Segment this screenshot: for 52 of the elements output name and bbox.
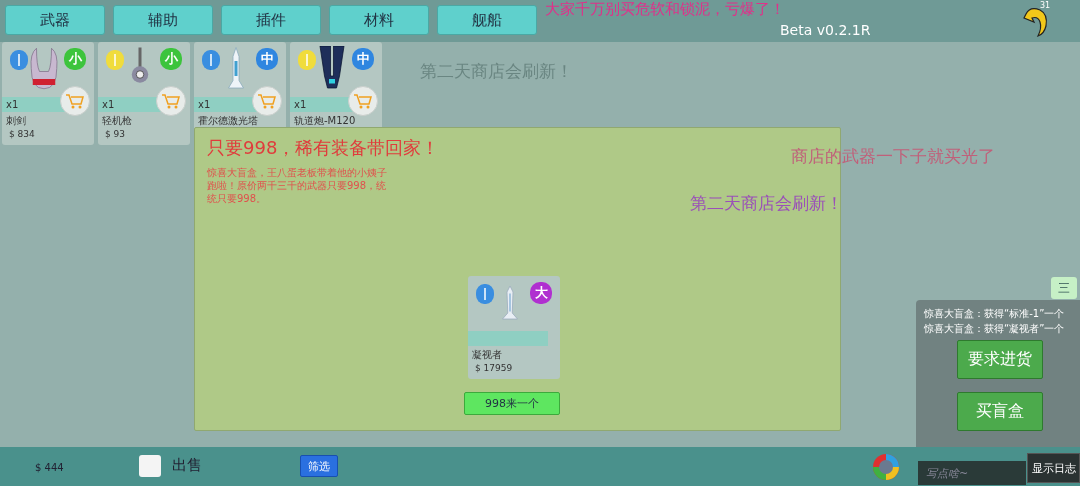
chat-input[interactable]: 写点啥~ <box>918 461 1026 485</box>
item-name: 轻机枪 <box>101 114 133 128</box>
item-name: 霍尔德激光塔 <box>197 114 259 128</box>
quantity-label: x1 <box>194 97 258 112</box>
log-line: 惊喜大盲盒：获得“标准-1”一个 <box>923 307 1066 321</box>
weapon-drawing <box>317 46 347 91</box>
item-name: 凝视者 <box>471 348 503 362</box>
tab[interactable]: 辅助 <box>113 5 213 35</box>
scrolling-comment: 第二天商店会刷新！ <box>690 192 843 215</box>
filter-button[interactable]: 筛选 <box>300 455 338 477</box>
buy-button[interactable]: 998来一个 <box>464 392 560 415</box>
log-line: 惊喜大盲盒：获得“凝视者”一个 <box>923 322 1066 336</box>
cart-icon <box>257 92 277 110</box>
promo-description: 惊喜大盲盒，王八蛋老板带着他的小姨子跑啦！原价两千三千的武器只要998，统统只要998。 <box>207 166 388 205</box>
cart-button[interactable] <box>156 86 186 116</box>
cart-button[interactable] <box>348 86 378 116</box>
item-name: 轨道炮-M120 <box>293 114 357 128</box>
scrolling-comment: 商店的武器一下子就买光了 <box>791 145 995 168</box>
sell-label: 出售 <box>172 456 202 475</box>
item-card[interactable]: 大 凝视者 $ 17959 <box>468 276 560 379</box>
item-name: 刺剑 <box>5 114 27 128</box>
cart-icon <box>65 92 85 110</box>
size-badge: 小 <box>64 48 86 70</box>
tab[interactable]: 武器 <box>5 5 105 35</box>
avatar-icon[interactable] <box>872 453 900 481</box>
tab[interactable]: 插件 <box>221 5 321 35</box>
item-card[interactable]: 小 x1 轻机枪 $ 93 <box>98 42 190 145</box>
cart-icon <box>161 92 181 110</box>
item-price: $ 834 <box>8 128 36 140</box>
cart-icon <box>353 92 373 110</box>
tab[interactable]: 材料 <box>329 5 429 35</box>
quantity-label: x1 <box>2 97 66 112</box>
version-label: Beta v0.2.1R <box>780 22 871 38</box>
show-log-button[interactable]: 显示日志 <box>1027 453 1080 483</box>
cart-button[interactable] <box>60 86 90 116</box>
notification-count: 31 <box>1040 1 1051 10</box>
quantity-label: x1 <box>290 97 354 112</box>
money-label: $ 444 <box>35 462 64 473</box>
scrolling-comment: 大家千万别买危软和锁泥，亏爆了！ <box>545 0 785 19</box>
menu-button[interactable]: 三 <box>1051 277 1077 299</box>
cart-button[interactable] <box>252 86 282 116</box>
item-price: $ 93 <box>104 128 127 140</box>
tab[interactable]: 舰船 <box>437 5 537 35</box>
weapon-drawing <box>29 46 59 91</box>
item-price: $ 17959 <box>474 362 514 374</box>
size-badge: 大 <box>530 282 552 304</box>
quantity-label: x1 <box>98 97 162 112</box>
sell-checkbox[interactable] <box>139 455 161 477</box>
item-card[interactable]: 小 x1 刺剑 $ 834 <box>2 42 94 145</box>
size-badge: 小 <box>160 48 182 70</box>
size-badge: 中 <box>256 48 278 70</box>
size-badge: 中 <box>352 48 374 70</box>
